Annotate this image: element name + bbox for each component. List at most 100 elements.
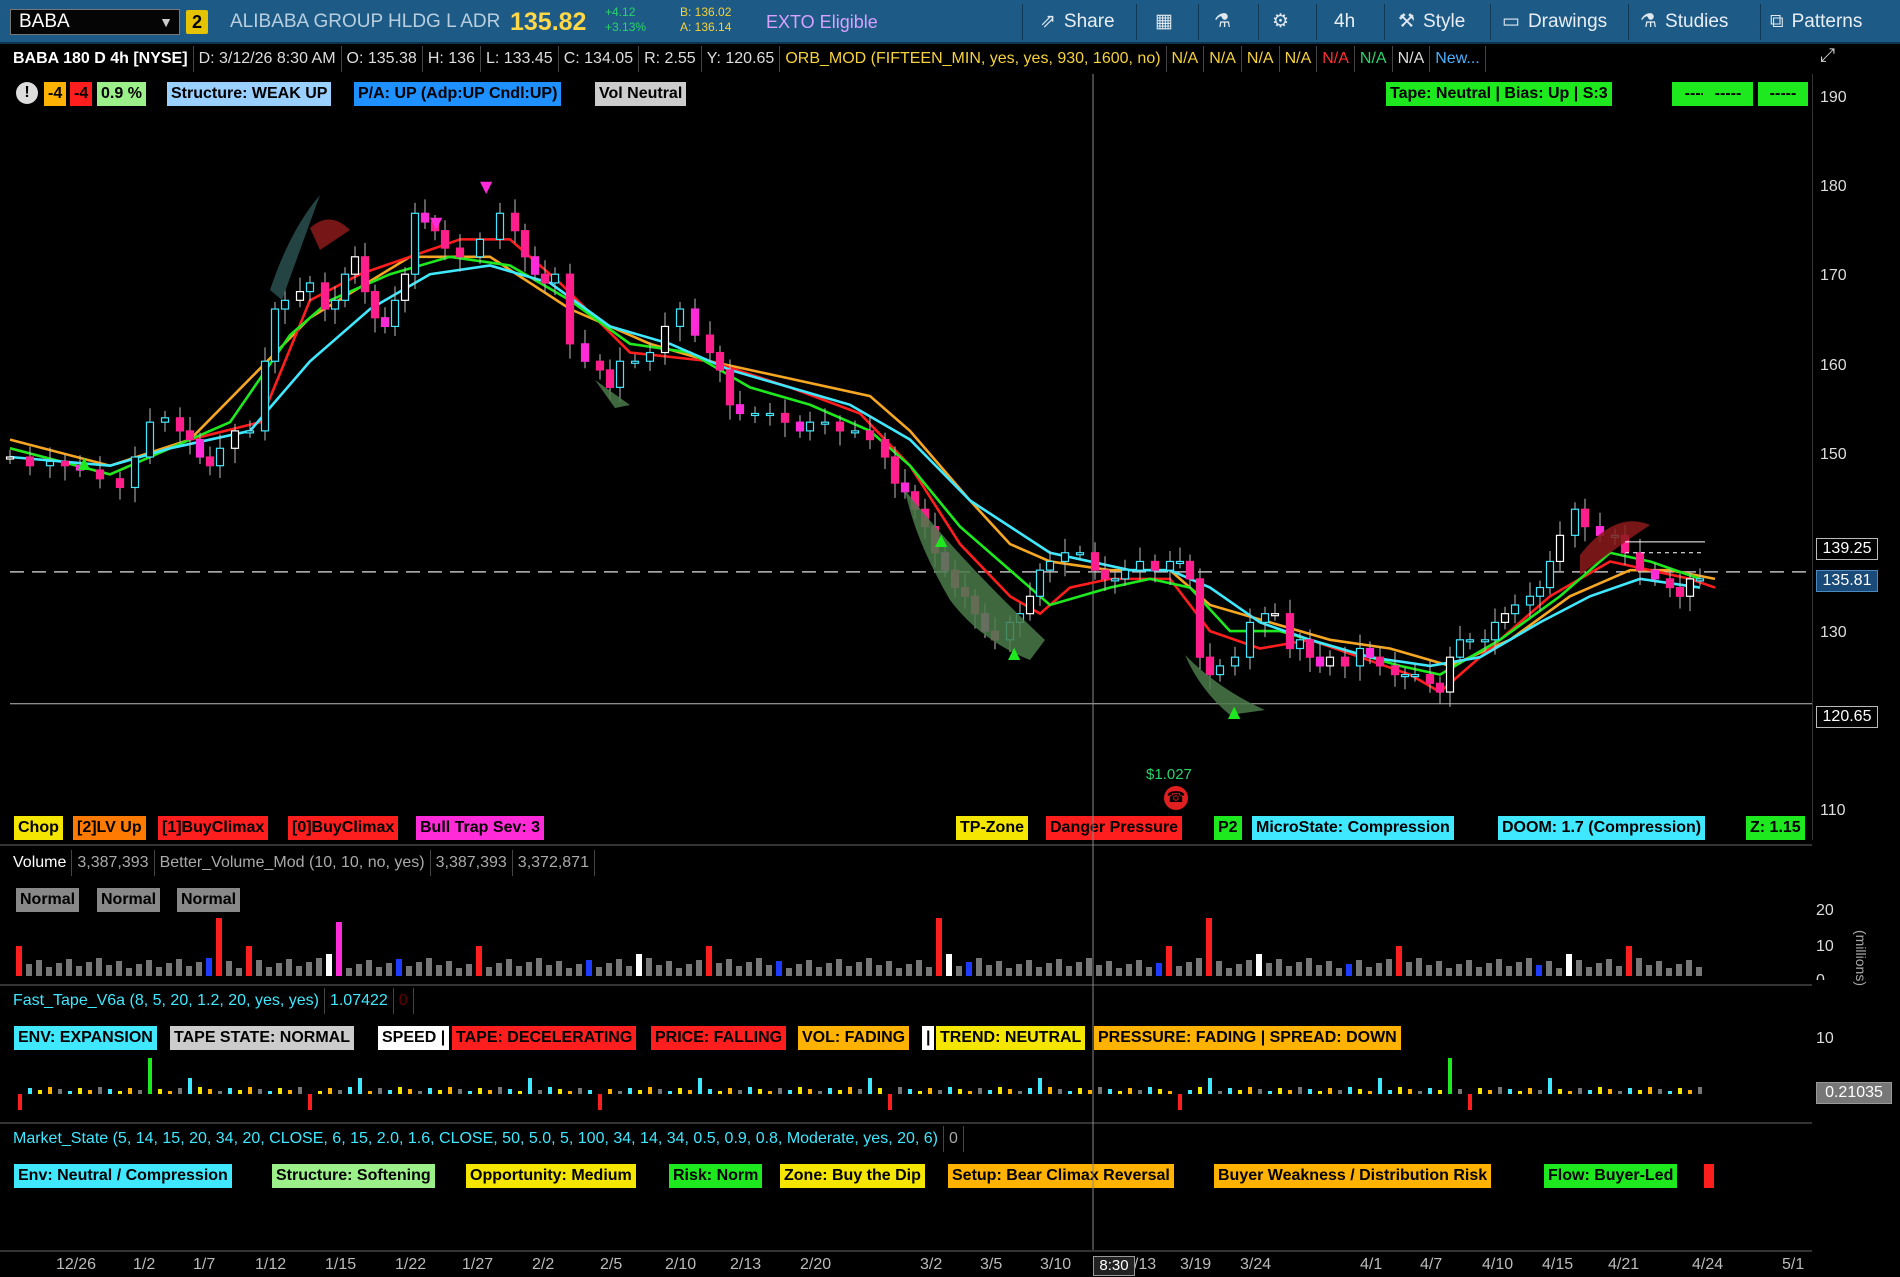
candle-body (795, 421, 805, 432)
date-tick: 4/21 (1608, 1256, 1640, 1273)
candle-body (280, 299, 290, 310)
tape-bar (1588, 1090, 1592, 1094)
volume-bar (1666, 968, 1672, 976)
date-tick: 3/5 (980, 1256, 1003, 1273)
volume-bar (166, 963, 172, 976)
date-tick: 3/19 (1180, 1256, 1212, 1273)
candle-body (850, 430, 860, 434)
volume-bar (826, 963, 832, 976)
date-tick: 1/15 (325, 1256, 357, 1273)
candle-body (630, 360, 640, 364)
volume-bar (1066, 966, 1072, 976)
tape-bar (18, 1094, 22, 1110)
volume-bar (666, 961, 672, 976)
volume-bar (256, 960, 262, 976)
tape-bar (1688, 1090, 1692, 1094)
y-level-price-box: 120.65 (1816, 706, 1878, 728)
candle-body (130, 456, 140, 489)
volume-bar (1586, 967, 1592, 976)
volume-bar (1476, 967, 1482, 976)
tape-bar (168, 1091, 172, 1094)
volume-bar (1616, 966, 1622, 976)
volume-bar (846, 966, 852, 976)
price-chart-canvas[interactable]: ▲ ▲ ▲ ▲ ▼ ▼ (0, 0, 1812, 1250)
tape-bar (278, 1088, 282, 1094)
volume-bar (1346, 964, 1352, 976)
tape-bar (158, 1089, 162, 1094)
volume-bar (686, 964, 692, 976)
volume-bar (396, 959, 402, 976)
volume-bar (776, 961, 782, 976)
tape-bar (128, 1088, 132, 1094)
date-tick: 1/12 (255, 1256, 287, 1273)
volume-bar (676, 968, 682, 976)
volume-bar (896, 968, 902, 976)
candle-body (230, 430, 240, 449)
volume-bar (516, 966, 522, 976)
volume-bar (1116, 968, 1122, 976)
volume-bar (1086, 958, 1092, 976)
candle-body (195, 438, 205, 458)
tape-bar (898, 1087, 902, 1094)
tape-bar (828, 1088, 832, 1094)
tape-bar (638, 1090, 642, 1094)
volume-bar (1546, 961, 1552, 976)
down-arrow-icon: ▼ (480, 177, 493, 196)
volume-bar (496, 963, 502, 976)
volume-bar (1566, 954, 1572, 976)
tape-bar (1648, 1087, 1652, 1094)
volume-bar (1466, 960, 1472, 976)
candle-body (1325, 656, 1335, 667)
tape-bar (1178, 1094, 1182, 1110)
tape-bar (428, 1088, 432, 1094)
candle-body (1270, 613, 1280, 617)
candle-body (215, 447, 225, 467)
volume-bar (1486, 963, 1492, 976)
tape-bar (1098, 1087, 1102, 1094)
candle-body (820, 421, 830, 425)
volume-bar (1636, 958, 1642, 976)
tape-bar (408, 1089, 412, 1094)
tape-bar (708, 1089, 712, 1094)
tape-bar (1208, 1078, 1212, 1094)
tape-bar (1468, 1094, 1472, 1110)
candle-body (1205, 656, 1215, 676)
tape-bar (188, 1078, 192, 1094)
tape-bar (248, 1087, 252, 1094)
tape-bar (1698, 1087, 1702, 1094)
tape-bar (28, 1088, 32, 1094)
volume-bar (246, 946, 252, 976)
candle-body (1195, 578, 1205, 658)
volume-axis-tick: 0 (1816, 972, 1825, 980)
candle-body (295, 291, 305, 301)
volume-bar (1266, 963, 1272, 976)
collapse-chart-icon[interactable]: ⤢ (1820, 42, 1835, 70)
volume-bar (506, 959, 512, 976)
tape-bar (798, 1087, 802, 1094)
volume-bar (266, 967, 272, 976)
date-tick: 2/13 (730, 1256, 762, 1273)
tape-bar (1018, 1091, 1022, 1094)
volume-bar (1046, 963, 1052, 976)
volume-bar (1536, 965, 1542, 976)
volume-bar (1166, 946, 1172, 976)
candle-body (835, 421, 845, 432)
candle-body (510, 212, 520, 232)
tape-bar (398, 1087, 402, 1094)
tape-bar (558, 1089, 562, 1094)
tape-bar (268, 1091, 272, 1094)
candle-body (1165, 560, 1175, 571)
volume-bar (1186, 962, 1192, 976)
tape-bar (808, 1089, 812, 1094)
date-tick: 1/27 (462, 1256, 494, 1273)
volume-bar (136, 964, 142, 976)
ema-green-line (9, 255, 1701, 676)
date-tick: 3/24 (1240, 1256, 1272, 1273)
candle-body (1365, 647, 1375, 658)
tape-bar (368, 1091, 372, 1094)
tape-bar (438, 1090, 442, 1094)
tape-bar (48, 1087, 52, 1094)
volume-bar (216, 918, 222, 976)
tape-readout-box: 0.21035 (1816, 1082, 1892, 1104)
tape-bar (1458, 1089, 1462, 1094)
